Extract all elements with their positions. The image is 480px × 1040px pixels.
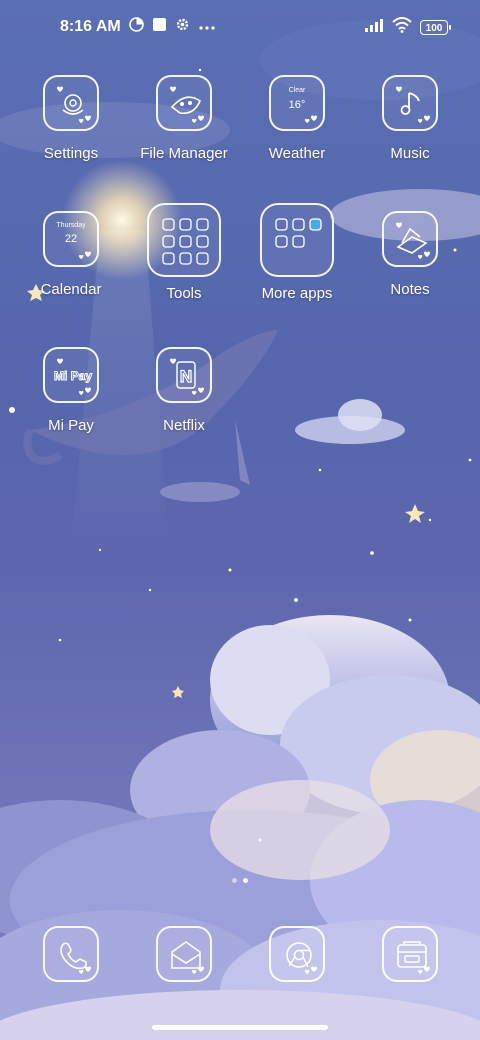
battery-level: 100 <box>425 23 443 34</box>
dock-camera[interactable] <box>355 926 465 982</box>
dock-chrome[interactable] <box>242 926 352 982</box>
notification-app-icon <box>152 17 167 37</box>
app-label-file-manager: File Manager <box>140 145 228 162</box>
folder-label-tools: Tools <box>166 285 202 302</box>
phone-icon <box>43 926 99 982</box>
app-label-music: Music <box>390 145 430 162</box>
wifi-icon <box>392 17 412 38</box>
folder-tools[interactable]: Tools <box>129 203 239 302</box>
app-netflix[interactable]: N Netflix <box>129 347 239 434</box>
gesture-home-bar[interactable] <box>152 1025 328 1030</box>
mi-pay-icon: Mi Pay <box>43 347 99 403</box>
app-notes[interactable]: Notes <box>355 211 465 298</box>
data-saver-icon <box>128 17 144 37</box>
app-label-notes: Notes <box>390 281 430 298</box>
app-label-mi-pay: Mi Pay <box>48 417 94 434</box>
status-time: 8:16 AM <box>60 18 121 35</box>
folder-icon <box>156 75 212 131</box>
app-music[interactable]: Music <box>355 75 465 162</box>
app-label-netflix: Netflix <box>163 417 205 434</box>
app-label-settings: Settings <box>43 145 99 162</box>
app-mi-pay[interactable]: Mi Pay Mi Pay <box>16 347 126 434</box>
app-label-calendar: Calendar <box>40 281 102 298</box>
weather-icon: Clear 16° <box>269 75 325 131</box>
mi-pay-logo-text: Mi Pay <box>54 369 92 383</box>
status-right: 100 <box>364 17 451 38</box>
more-notifications-icon <box>198 18 216 36</box>
dock-phone[interactable] <box>16 926 126 982</box>
status-left: 8:16 AM <box>60 17 216 37</box>
notes-icon <box>382 211 438 267</box>
music-note-icon <box>382 75 438 131</box>
app-file-manager[interactable]: File Manager <box>129 75 239 162</box>
folder-label-more-apps: More apps <box>261 285 333 302</box>
folder-more-apps[interactable]: More apps <box>242 203 352 302</box>
app-label-weather: Weather <box>268 145 326 162</box>
settings-notification-icon <box>175 17 190 37</box>
dock-messages[interactable] <box>129 926 239 982</box>
app-calendar[interactable]: Thursday 22 Calendar <box>16 211 126 298</box>
netflix-icon: N <box>156 347 212 403</box>
app-settings[interactable]: Settings <box>16 75 126 162</box>
page-indicator <box>0 878 480 883</box>
status-bar: 8:16 AM 100 <box>0 0 480 56</box>
page-dot-active <box>243 878 248 883</box>
netflix-logo-text: N <box>180 367 192 386</box>
page-dot <box>232 878 237 883</box>
signal-icon <box>364 18 384 37</box>
battery-icon: 100 <box>420 20 451 35</box>
settings-icon <box>43 75 99 131</box>
tools-folder-icon <box>147 203 221 277</box>
chrome-icon <box>269 926 325 982</box>
envelope-icon <box>156 926 212 982</box>
app-weather[interactable]: Clear 16° Weather <box>242 75 352 162</box>
calendar-icon: Thursday 22 <box>43 211 99 267</box>
more-apps-folder-icon <box>260 203 334 277</box>
camera-icon <box>382 926 438 982</box>
